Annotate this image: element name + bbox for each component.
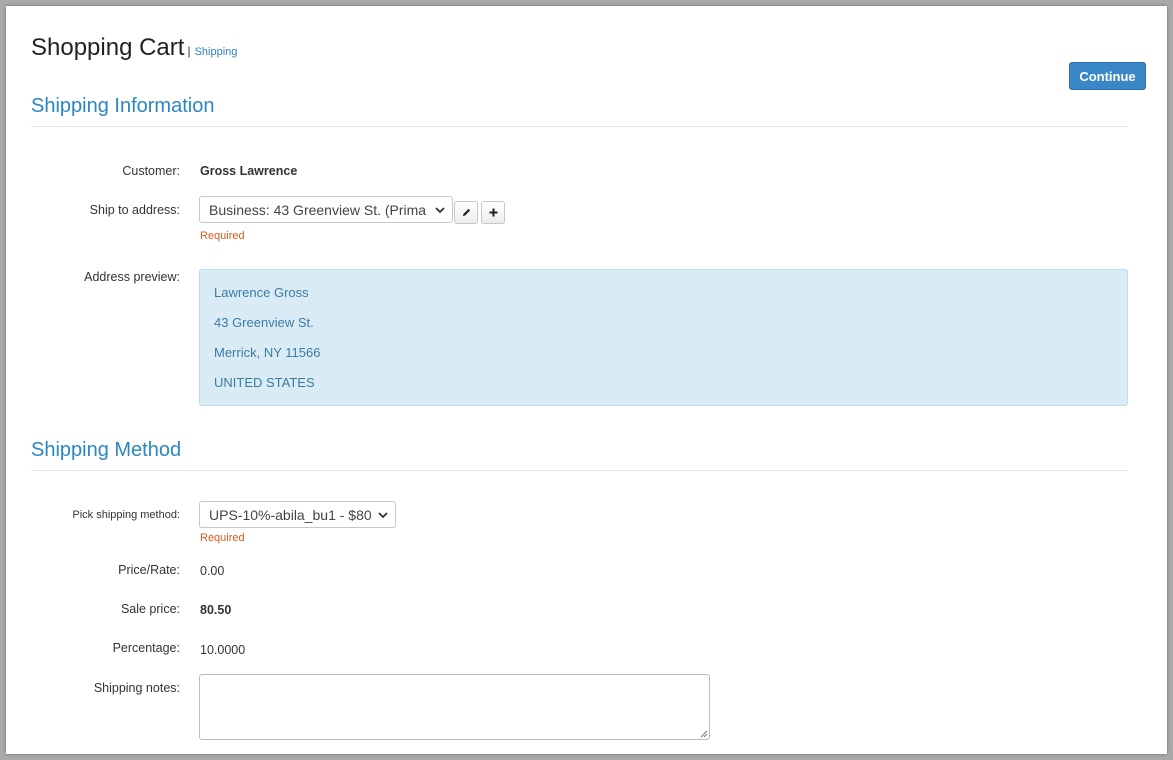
shipping-method-selected: UPS-10%-abila_bu1 - $80 [209,506,372,523]
preview-line-street: 43 Greenview St. [214,315,314,330]
pick-shipping-method-label: Pick shipping method: [72,509,180,521]
address-preview-box: Lawrence Gross 43 Greenview St. Merrick,… [199,269,1128,406]
ship-to-address-select[interactable]: Business: 43 Greenview St. (Primar [199,196,453,223]
pencil-icon [462,208,470,216]
page-header: Shopping Cart | Shipping [31,34,237,62]
preview-line-name: Lawrence Gross [214,285,309,300]
preview-line-country: UNITED STATES [214,375,315,390]
customer-value: Gross Lawrence [200,164,298,178]
ship-to-address-label: Ship to address: [89,203,180,217]
address-preview-label: Address preview: [84,270,180,284]
shipping-method-heading: Shipping Method [31,439,1128,471]
breadcrumb-shipping-link[interactable]: Shipping [195,46,238,58]
preview-line-city: Merrick, NY 11566 [214,345,321,360]
shipping-notes-label: Shipping notes: [93,681,180,695]
shipping-information-heading: Shipping Information [31,95,1128,127]
percentage-label: Percentage: [112,641,180,655]
app-window: Shopping Cart | Shipping Continue Shippi… [6,6,1167,754]
resize-grip-icon[interactable] [698,728,708,738]
add-address-button[interactable] [481,201,505,224]
shipping-method-select[interactable]: UPS-10%-abila_bu1 - $80 [199,501,396,528]
shipping-notes-textarea[interactable] [199,674,710,740]
continue-button[interactable]: Continue [1069,62,1146,90]
edit-address-button[interactable] [454,201,478,224]
ship-to-address-selected: Business: 43 Greenview St. (Primar [209,201,427,218]
sale-price-value: 80.50 [200,603,232,617]
plus-icon [489,208,497,217]
price-rate-label: Price/Rate: [118,563,180,577]
percentage-value: 10.0000 [200,643,246,657]
ship-to-required-text: Required [200,230,245,242]
chevron-down-icon [378,512,388,519]
sale-price-label: Sale price: [120,602,180,616]
price-rate-value: 0.00 [200,564,225,578]
shipping-method-required-text: Required [200,532,245,544]
chevron-down-icon [435,207,445,214]
customer-label: Customer: [122,164,180,178]
page-title: Shopping Cart [31,34,185,61]
breadcrumb-separator: | [187,44,191,58]
